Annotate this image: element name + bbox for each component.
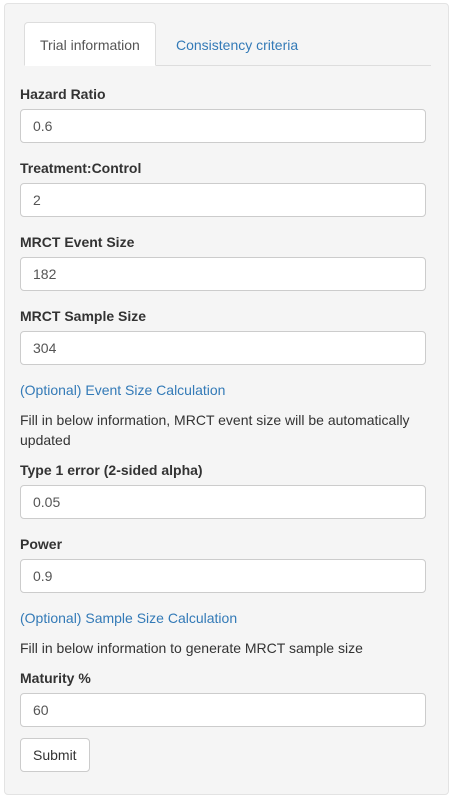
tab-consistency-criteria[interactable]: Consistency criteria xyxy=(160,22,314,65)
alpha-label: Type 1 error (2-sided alpha) xyxy=(20,462,203,478)
power-input[interactable] xyxy=(20,559,426,593)
event-size-help-text: Fill in below information, MRCT event si… xyxy=(20,412,410,448)
sample-size-help-text: Fill in below information to generate MR… xyxy=(20,640,363,656)
sample-size-label: MRCT Sample Size xyxy=(20,308,147,324)
hazard-ratio-label: Hazard Ratio xyxy=(20,86,106,102)
sample-size-input[interactable] xyxy=(20,331,426,365)
alpha-input[interactable] xyxy=(20,485,426,519)
hazard-ratio-input[interactable] xyxy=(20,109,426,143)
maturity-label: Maturity % xyxy=(20,670,91,686)
treatment-control-label: Treatment:Control xyxy=(20,160,142,176)
power-label: Power xyxy=(20,536,63,552)
submit-button[interactable]: Submit xyxy=(20,738,90,772)
event-size-calculation-link[interactable]: (Optional) Event Size Calculation xyxy=(20,380,225,400)
treatment-control-input[interactable] xyxy=(20,183,426,217)
sample-size-calculation-link[interactable]: (Optional) Sample Size Calculation xyxy=(20,608,237,628)
tab-trial-information[interactable]: Trial information xyxy=(24,22,156,66)
maturity-input[interactable] xyxy=(20,693,426,727)
event-size-input[interactable] xyxy=(20,257,426,291)
event-size-label: MRCT Event Size xyxy=(20,234,135,250)
tab-bar: Trial information Consistency criteria xyxy=(24,22,431,66)
